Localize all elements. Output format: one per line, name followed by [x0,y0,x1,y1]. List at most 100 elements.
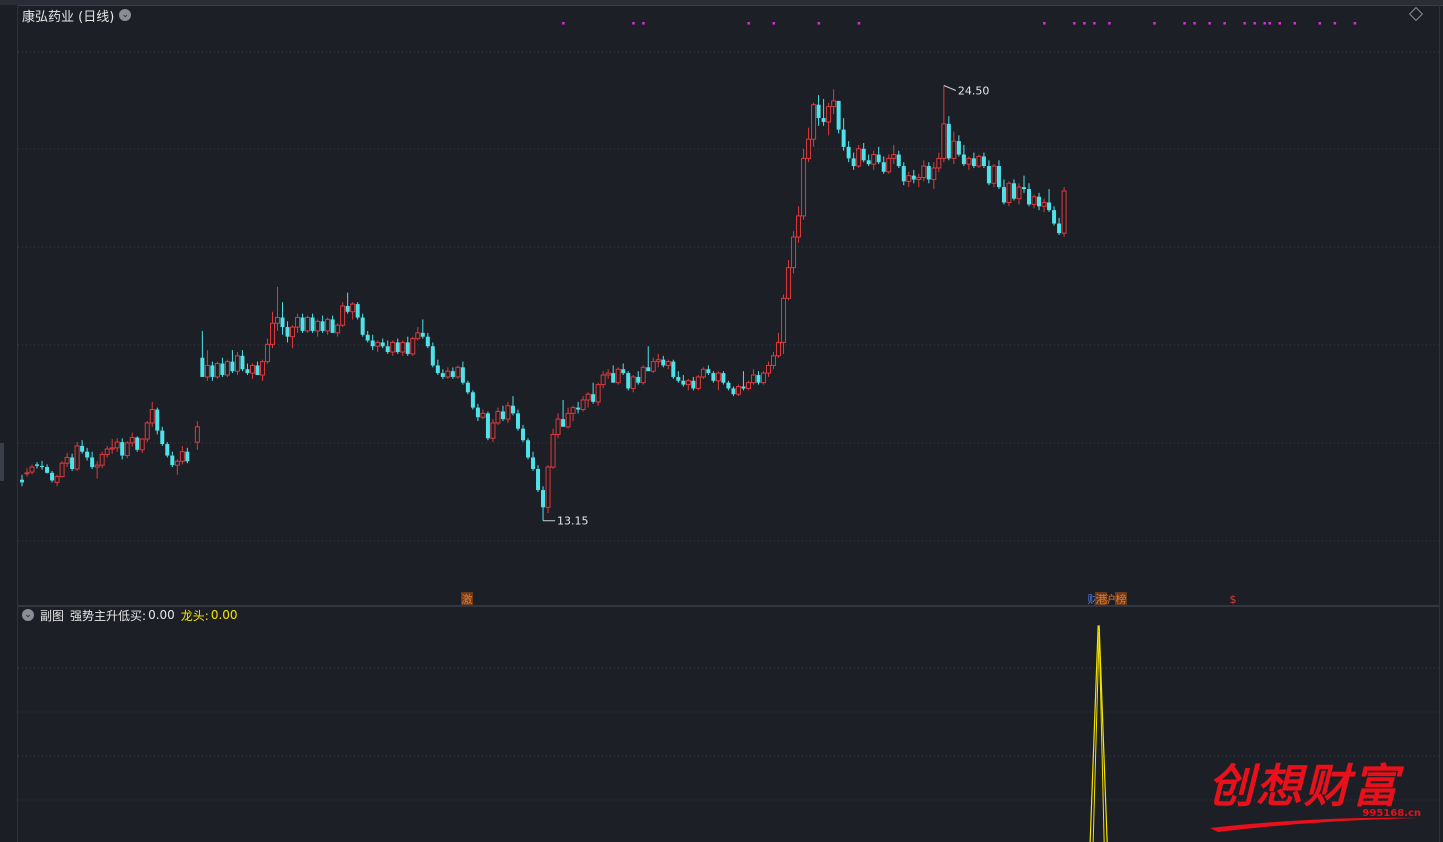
watermark-url: 995168.cn [1362,808,1421,819]
signal-dot [1208,22,1211,25]
candle-body [671,361,676,377]
candle-body [956,141,961,155]
signal-dot [1093,22,1096,25]
signal-dot [1263,22,1266,25]
candle-body [765,364,771,374]
candle-body [776,341,782,357]
signal-dot [1193,22,1196,25]
candle-body [801,157,807,217]
signal-dot [1223,22,1226,25]
candle-body [681,380,686,385]
annotation-label: $ [1230,593,1237,606]
candle-body [941,123,947,159]
candle-body [285,327,290,337]
candle-body [636,376,641,383]
candle-body [120,442,125,456]
candle-body [114,441,120,449]
candle-body [760,372,766,384]
candle-body [946,123,951,159]
candle-body [600,374,606,386]
candle-body [655,359,661,363]
candle-body [901,166,906,182]
candle-body [109,447,115,450]
candle-body [971,158,976,167]
candle-body [420,332,425,337]
candle-body [490,422,496,439]
candle-body [846,146,851,159]
candle-body [605,372,611,376]
candle-body [280,317,285,328]
candle-body [626,373,631,389]
candle-body [515,413,520,429]
candle-body [986,166,991,184]
signal-dot [1318,22,1322,25]
candle-body [1027,189,1032,205]
candle-body [70,457,75,469]
candle-body [545,466,551,508]
candlestick-chart[interactable]: 24.5013.15激 财港沪榜 $ [0,0,1443,842]
candle-body [771,355,776,366]
candle-body [45,467,50,473]
candle-body [936,157,942,169]
candle-body [350,303,356,313]
candle-body [380,342,385,347]
candle-body [59,462,65,478]
candle-body [465,382,470,393]
candle-body [926,166,931,180]
candle-body [881,162,886,172]
candle-body [1041,201,1047,207]
candle-body [536,468,541,491]
chevron-down-icon[interactable]: ⌄ [22,609,34,621]
candle-body [365,334,370,341]
candle-body [135,437,140,450]
candle-body [806,138,812,159]
candle-body [961,154,966,165]
candle-body [170,455,175,466]
candle-body [1006,182,1012,203]
candle-body [275,317,281,324]
signal-dot [1253,22,1256,25]
candle-body [440,373,445,377]
chevron-down-icon[interactable]: ⌄ [119,9,132,21]
chart-window: 24.50 13.15 激财港沪榜 $ 康弘药业 (日线) ⌄ ⌄ 副图 强势主升低买… [0,0,1443,842]
candle-body [210,365,215,377]
candle-body [831,100,837,108]
signal-dot [632,22,635,25]
candle-body [721,373,726,383]
candle-body [390,341,396,353]
signal-dot [1333,22,1337,25]
candle-body [129,437,135,444]
candle-body [249,364,255,374]
candle-body [20,479,24,483]
indicator-name: 强势主升低买: [70,608,147,623]
candle-body [886,157,892,173]
candle-body [646,367,651,372]
signal-dot [817,22,821,25]
candle-body [430,346,435,366]
candle-body [410,338,416,355]
candle-body [174,460,180,466]
annotation-label: 沪 [1105,592,1116,606]
low-marker-label: 13.15 [557,515,589,528]
candle-body [330,319,335,333]
candle-body [781,297,787,343]
signal-dot [857,22,861,25]
signal-dot [642,22,645,25]
candle-body [450,371,455,377]
candle-body [981,156,986,167]
candle-body [480,412,486,418]
signal-dot [1083,22,1086,25]
candle-body [550,433,556,468]
candle-body [224,361,230,376]
signal-dot [772,22,775,25]
signal-dot [1293,22,1297,25]
candle-body [1001,187,1006,203]
candle-body [916,177,922,180]
signal-dot [1278,22,1282,25]
candle-body [24,472,30,475]
candle-body [891,154,897,159]
candle-body [160,430,165,445]
candle-body [255,365,260,376]
candle-body [576,407,581,410]
candle-body [415,332,421,340]
